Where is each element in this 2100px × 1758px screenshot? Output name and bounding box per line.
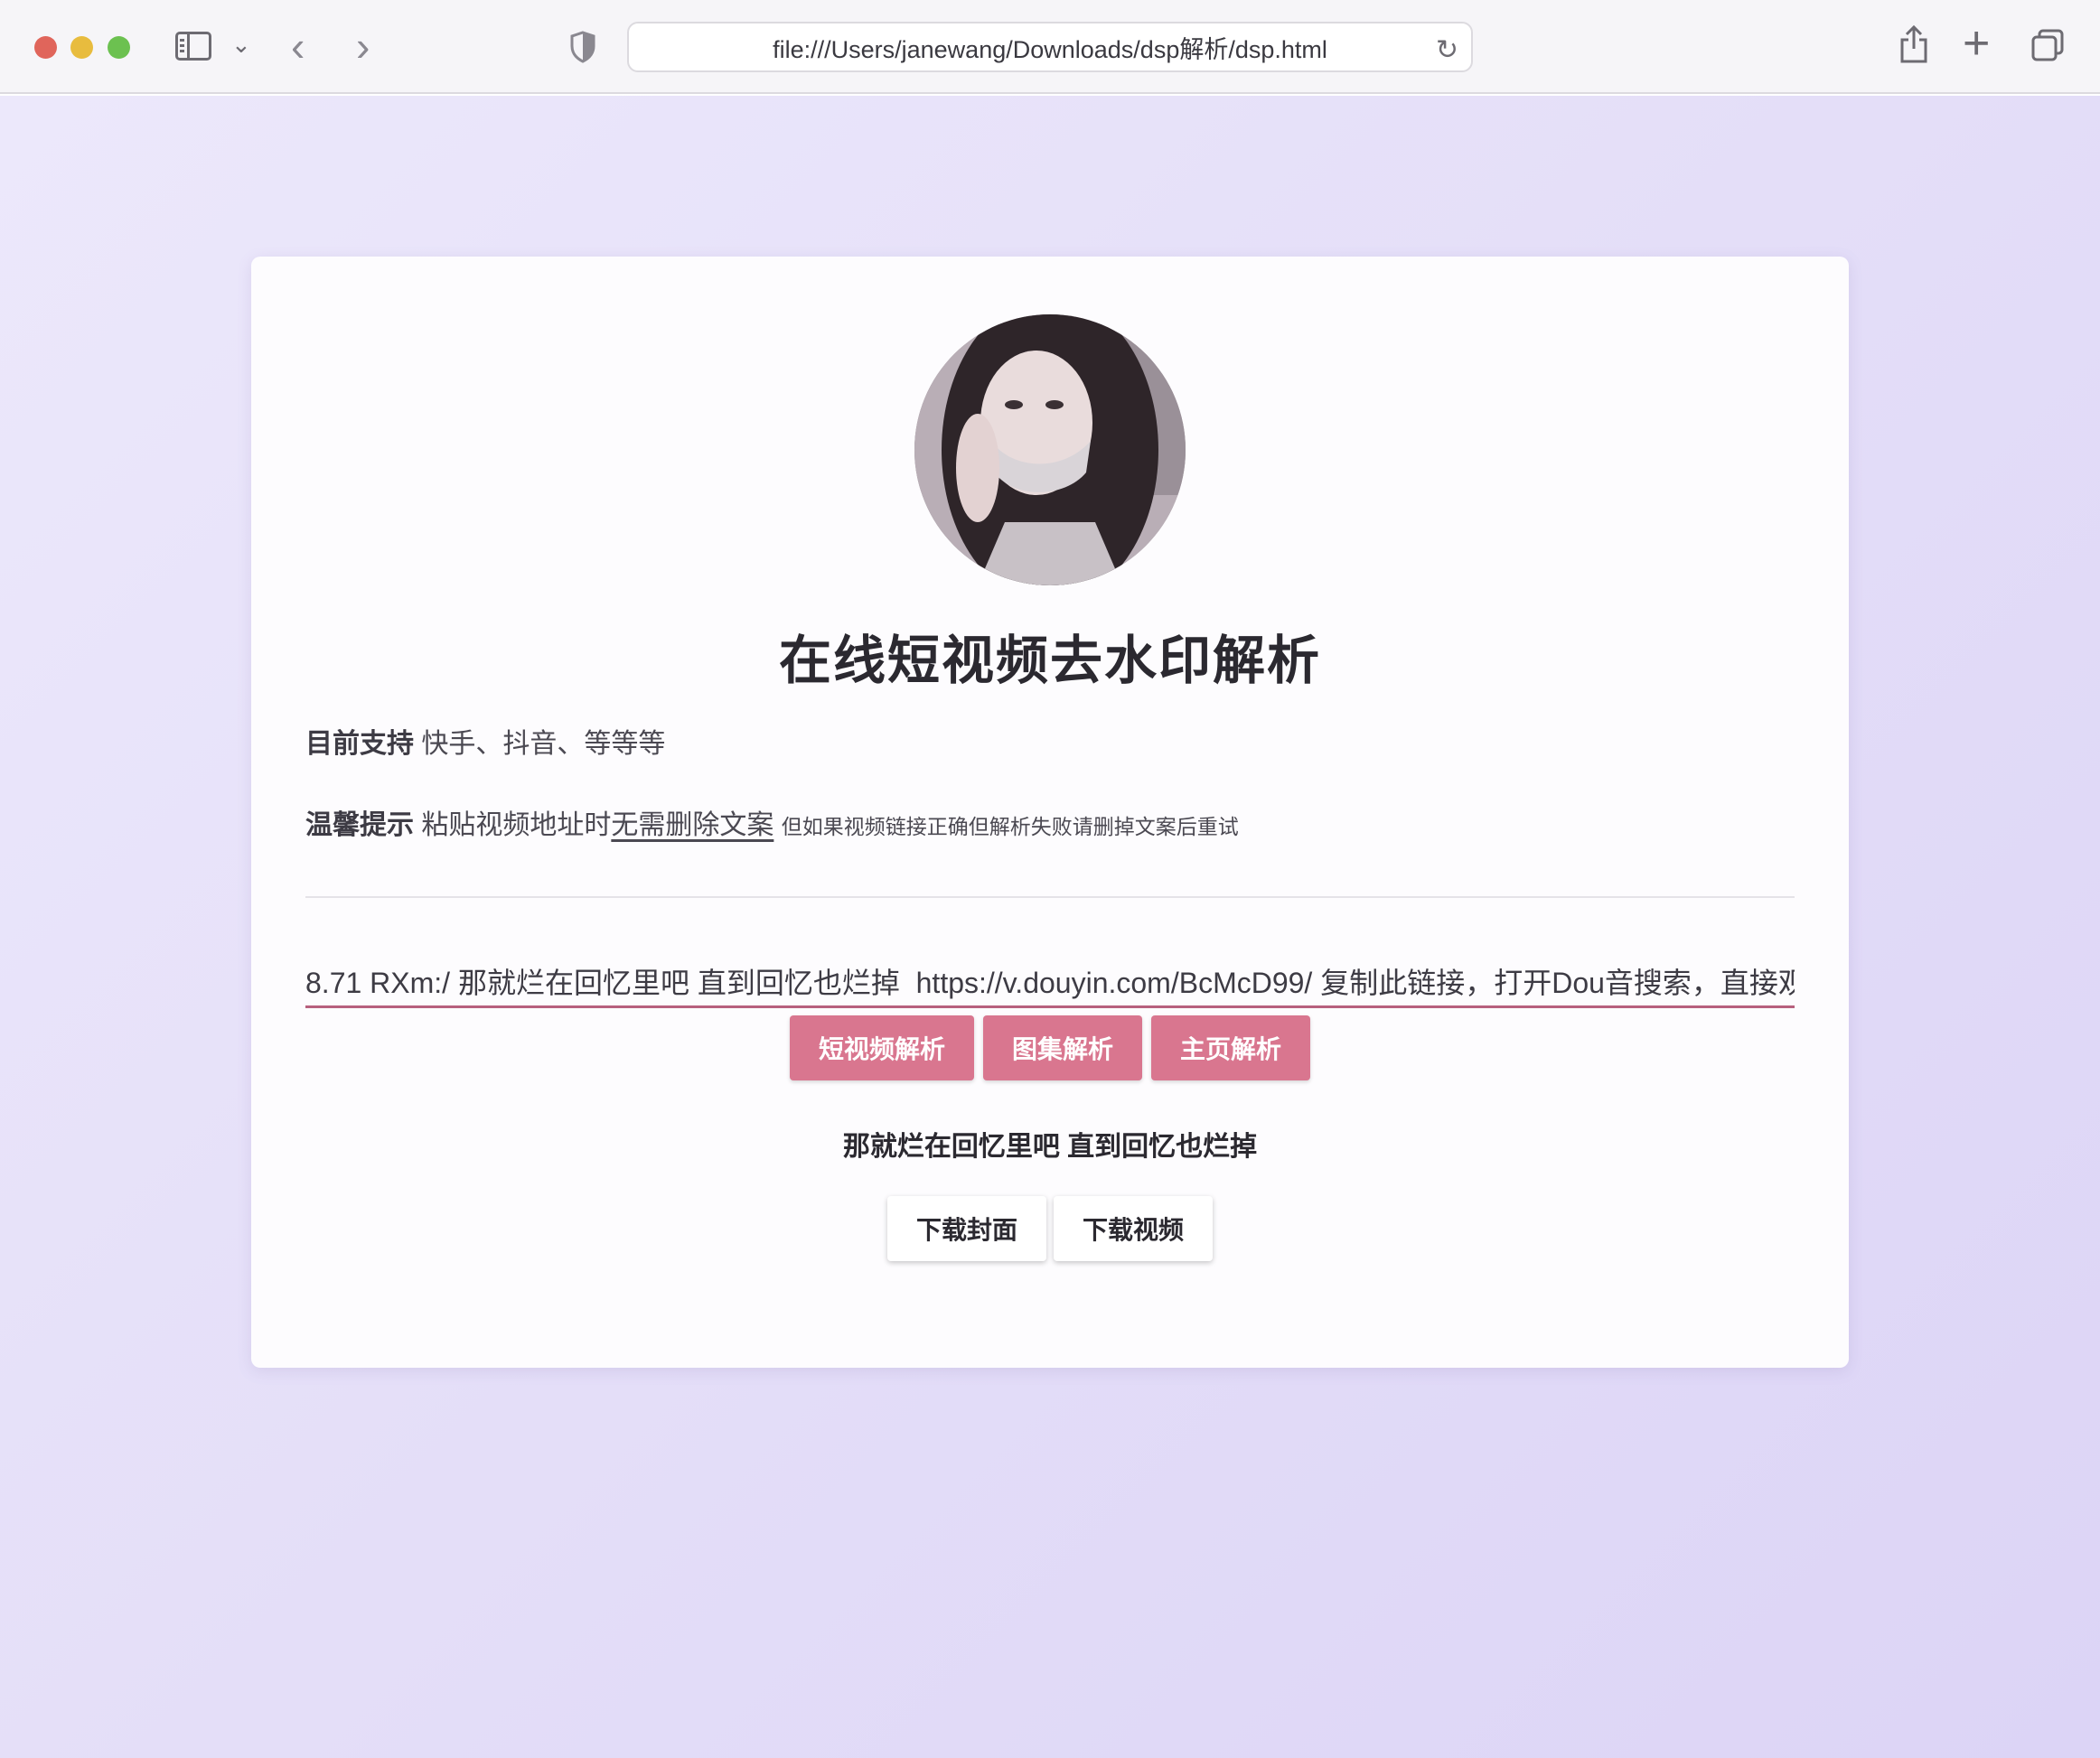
plus-icon[interactable]: + <box>1963 16 1990 70</box>
tip-info: 温馨提示 粘贴视频地址时无需删除文案 但如果视频链接正确但解析失败请删掉文案后重… <box>305 802 1239 842</box>
divider <box>305 896 1795 898</box>
minimize-window-button[interactable] <box>70 36 93 59</box>
parse-homepage-button[interactable]: 主页解析 <box>1151 1015 1311 1080</box>
download-video-button[interactable]: 下载视频 <box>1054 1196 1214 1261</box>
tip-underlined: 无需删除文案 <box>611 810 774 840</box>
support-info: 目前支持 快手、抖音、等等等 <box>305 721 665 761</box>
page-title: 在线短视频去水印解析 <box>778 631 1321 690</box>
tip-text: 粘贴视频地址时 <box>421 810 612 840</box>
download-buttons: 下载封面 下载视频 <box>251 1196 1849 1261</box>
support-label: 目前支持 <box>305 729 414 759</box>
tabs-icon[interactable] <box>2031 29 2064 61</box>
reload-icon[interactable]: ↻ <box>1436 34 1458 66</box>
video-url-input[interactable] <box>305 956 1795 1008</box>
tip-small: 但如果视频链接正确但解析失败请删掉文案后重试 <box>781 815 1239 838</box>
page-background: 在线短视频去水印解析 目前支持 快手、抖音、等等等 温馨提示 粘贴视频地址时无需… <box>0 96 2100 1758</box>
main-card: 在线短视频去水印解析 目前支持 快手、抖音、等等等 温馨提示 粘贴视频地址时无需… <box>251 257 1849 1368</box>
zoom-window-button[interactable] <box>108 36 130 59</box>
parse-gallery-button[interactable]: 图集解析 <box>982 1015 1142 1080</box>
avatar <box>914 314 1186 585</box>
back-icon[interactable]: ‹ <box>291 22 305 70</box>
result-caption: 那就烂在回忆里吧 直到回忆也烂掉 <box>842 1132 1258 1162</box>
chevron-down-icon[interactable]: ⌄ <box>231 31 251 59</box>
close-window-button[interactable] <box>34 36 57 59</box>
parse-buttons: 短视频解析 图集解析 主页解析 <box>251 1015 1849 1080</box>
support-text: 快手、抖音、等等等 <box>421 729 666 759</box>
avatar-image <box>914 314 1186 585</box>
sidebar-icon[interactable] <box>175 32 211 61</box>
tip-label: 温馨提示 <box>305 810 414 840</box>
download-cover-button[interactable]: 下载封面 <box>886 1196 1046 1261</box>
forward-icon[interactable]: › <box>356 22 370 70</box>
address-bar[interactable]: file:///Users/janewang/Downloads/dsp解析/d… <box>627 22 1473 72</box>
browser-toolbar: ⌄ ‹ › file:///Users/janewang/Downloads/d… <box>0 0 2100 94</box>
parse-video-button[interactable]: 短视频解析 <box>789 1015 974 1080</box>
address-url: file:///Users/janewang/Downloads/dsp解析/d… <box>773 35 1327 63</box>
shield-icon[interactable] <box>569 31 596 63</box>
share-icon[interactable] <box>1899 25 1928 63</box>
